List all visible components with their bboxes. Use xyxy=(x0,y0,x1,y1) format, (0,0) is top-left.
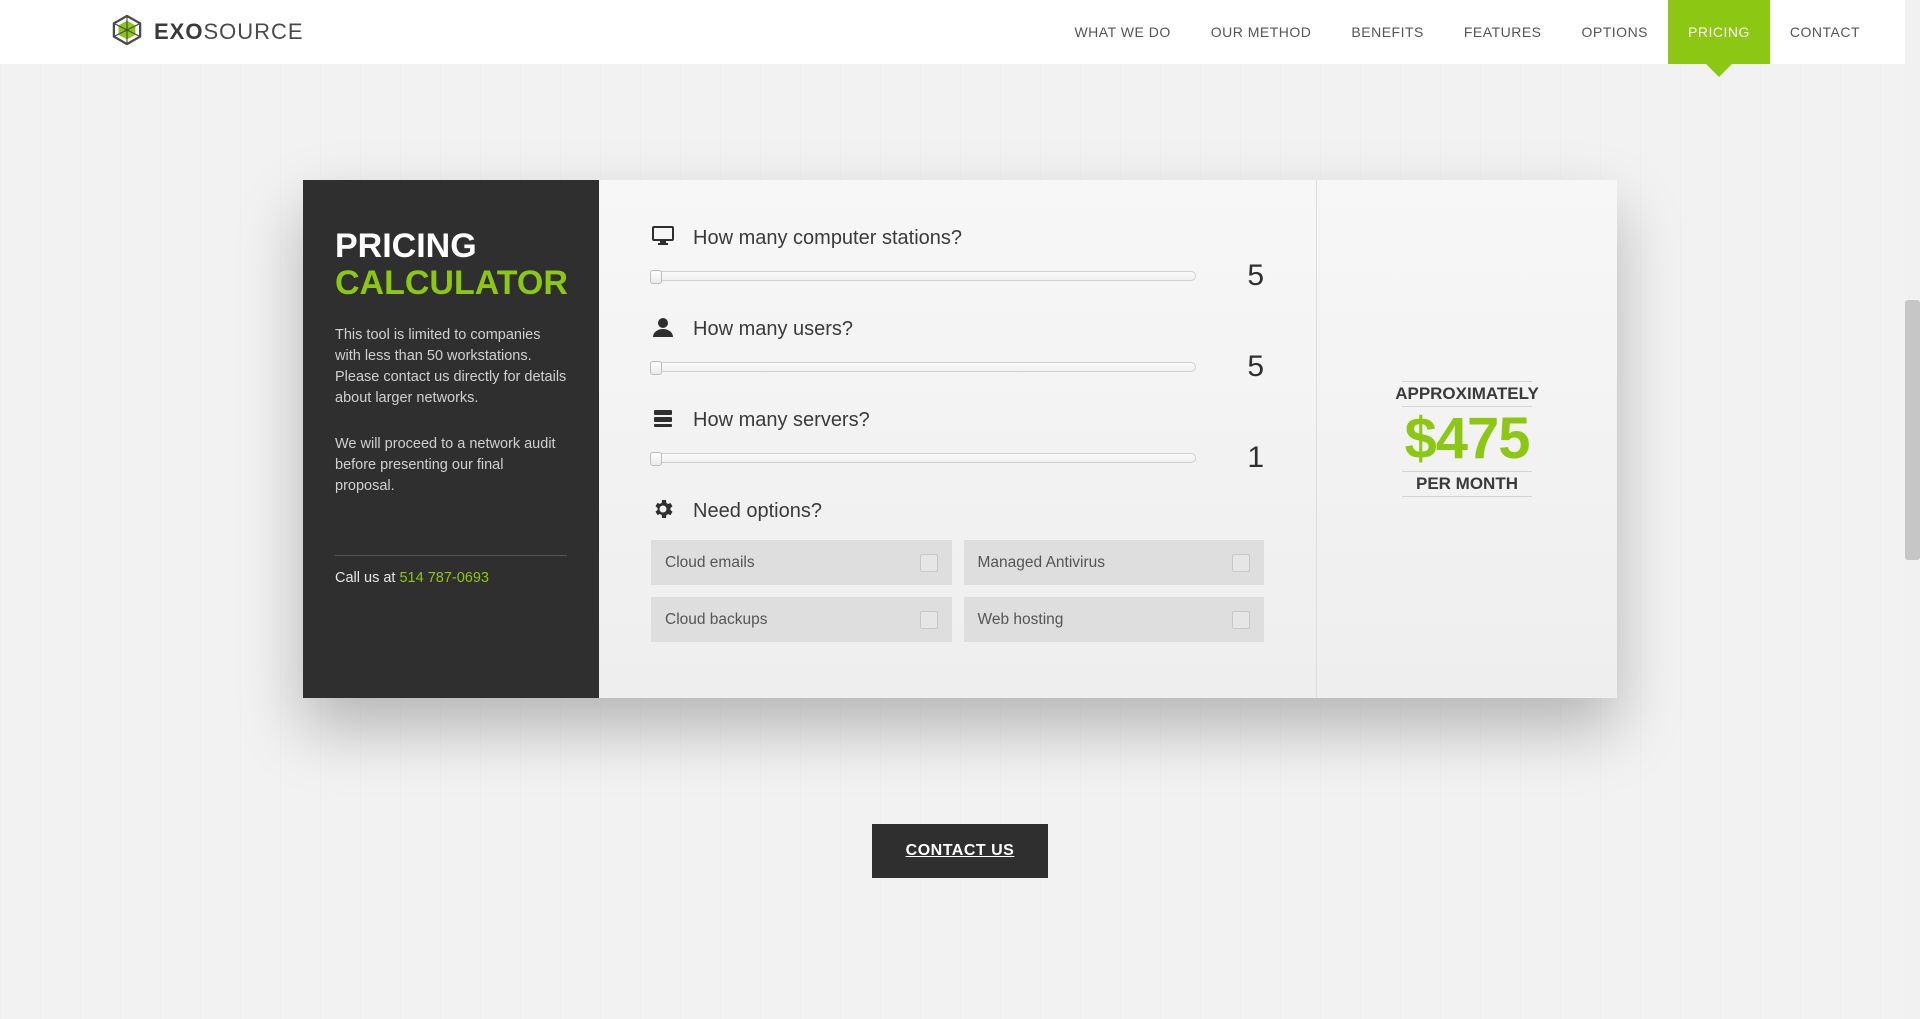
pricing-sidebar: PRICING CALCULATOR This tool is limited … xyxy=(303,180,599,698)
price-box: APPROXIMATELY $475 PER MONTH xyxy=(1395,381,1539,497)
option-web-hosting[interactable]: Web hosting xyxy=(964,597,1265,642)
sidebar-para-2: We will proceed to a network audit befor… xyxy=(335,434,567,497)
value-stations: 5 xyxy=(1224,259,1264,293)
nav-features[interactable]: FEATURES xyxy=(1444,0,1562,64)
contact-button-wrap: CONTACT US xyxy=(0,824,1920,878)
main-nav: WHAT WE DO OUR METHOD BENEFITS FEATURES … xyxy=(1054,0,1880,64)
approx-label: APPROXIMATELY xyxy=(1395,382,1539,406)
price-value: $475 xyxy=(1395,407,1539,471)
scrollbar-thumb[interactable] xyxy=(1905,300,1920,560)
checkbox-cloud-emails[interactable] xyxy=(920,554,938,572)
option-label: Web hosting xyxy=(978,611,1064,629)
slider-block-servers: How many servers? 1 xyxy=(651,406,1264,475)
calculator-panel: How many computer stations? 5 How many u… xyxy=(599,180,1317,698)
option-cloud-backups[interactable]: Cloud backups xyxy=(651,597,952,642)
per-month-label: PER MONTH xyxy=(1395,472,1539,496)
phone-link[interactable]: 514 787-0693 xyxy=(399,570,489,586)
checkbox-web-hosting[interactable] xyxy=(1232,611,1250,629)
nav-what-we-do[interactable]: WHAT WE DO xyxy=(1054,0,1190,64)
slider-users[interactable] xyxy=(651,362,1196,372)
slider-servers[interactable] xyxy=(651,453,1196,463)
slider-handle-users[interactable] xyxy=(650,361,662,375)
sidebar-title: PRICING CALCULATOR xyxy=(335,228,567,301)
checkbox-cloud-backups[interactable] xyxy=(920,611,938,629)
nav-contact[interactable]: CONTACT xyxy=(1770,0,1880,64)
user-icon xyxy=(651,315,675,344)
value-users: 5 xyxy=(1224,350,1264,384)
slider-block-stations: How many computer stations? 5 xyxy=(651,224,1264,293)
brand-logo[interactable]: EXOSOURCE xyxy=(112,15,304,50)
page-scrollbar[interactable] xyxy=(1905,0,1920,1019)
options-heading: Need options? xyxy=(693,500,822,523)
top-header: EXOSOURCE WHAT WE DO OUR METHOD BENEFITS… xyxy=(0,0,1920,64)
slider-stations[interactable] xyxy=(651,271,1196,281)
question-servers: How many servers? xyxy=(693,409,870,432)
nav-our-method[interactable]: OUR METHOD xyxy=(1191,0,1332,64)
option-managed-antivirus[interactable]: Managed Antivirus xyxy=(964,540,1265,585)
nav-benefits[interactable]: BENEFITS xyxy=(1331,0,1443,64)
options-heading-row: Need options? xyxy=(651,497,1264,526)
slider-handle-servers[interactable] xyxy=(650,452,662,466)
option-label: Cloud backups xyxy=(665,611,768,629)
monitor-icon xyxy=(651,224,675,253)
option-cloud-emails[interactable]: Cloud emails xyxy=(651,540,952,585)
options-grid: Cloud emails Managed Antivirus Cloud bac… xyxy=(651,540,1264,642)
sidebar-para-1: This tool is limited to companies with l… xyxy=(335,325,567,409)
sidebar-divider xyxy=(335,555,567,556)
nav-pricing[interactable]: PRICING xyxy=(1668,0,1770,64)
gear-icon xyxy=(651,497,675,526)
result-panel: APPROXIMATELY $475 PER MONTH xyxy=(1317,180,1617,698)
logo-hex-icon xyxy=(112,15,142,50)
pricing-card: PRICING CALCULATOR This tool is limited … xyxy=(303,180,1617,698)
server-icon xyxy=(651,406,675,435)
option-label: Cloud emails xyxy=(665,554,755,572)
value-servers: 1 xyxy=(1224,441,1264,475)
contact-us-button[interactable]: CONTACT US xyxy=(872,824,1049,878)
option-label: Managed Antivirus xyxy=(978,554,1106,572)
brand-text: EXOSOURCE xyxy=(154,19,304,45)
slider-block-users: How many users? 5 xyxy=(651,315,1264,384)
nav-options[interactable]: OPTIONS xyxy=(1562,0,1669,64)
call-us-line: Call us at 514 787-0693 xyxy=(335,570,567,586)
checkbox-managed-antivirus[interactable] xyxy=(1232,554,1250,572)
question-stations: How many computer stations? xyxy=(693,227,962,250)
slider-handle-stations[interactable] xyxy=(650,270,662,284)
question-users: How many users? xyxy=(693,318,853,341)
